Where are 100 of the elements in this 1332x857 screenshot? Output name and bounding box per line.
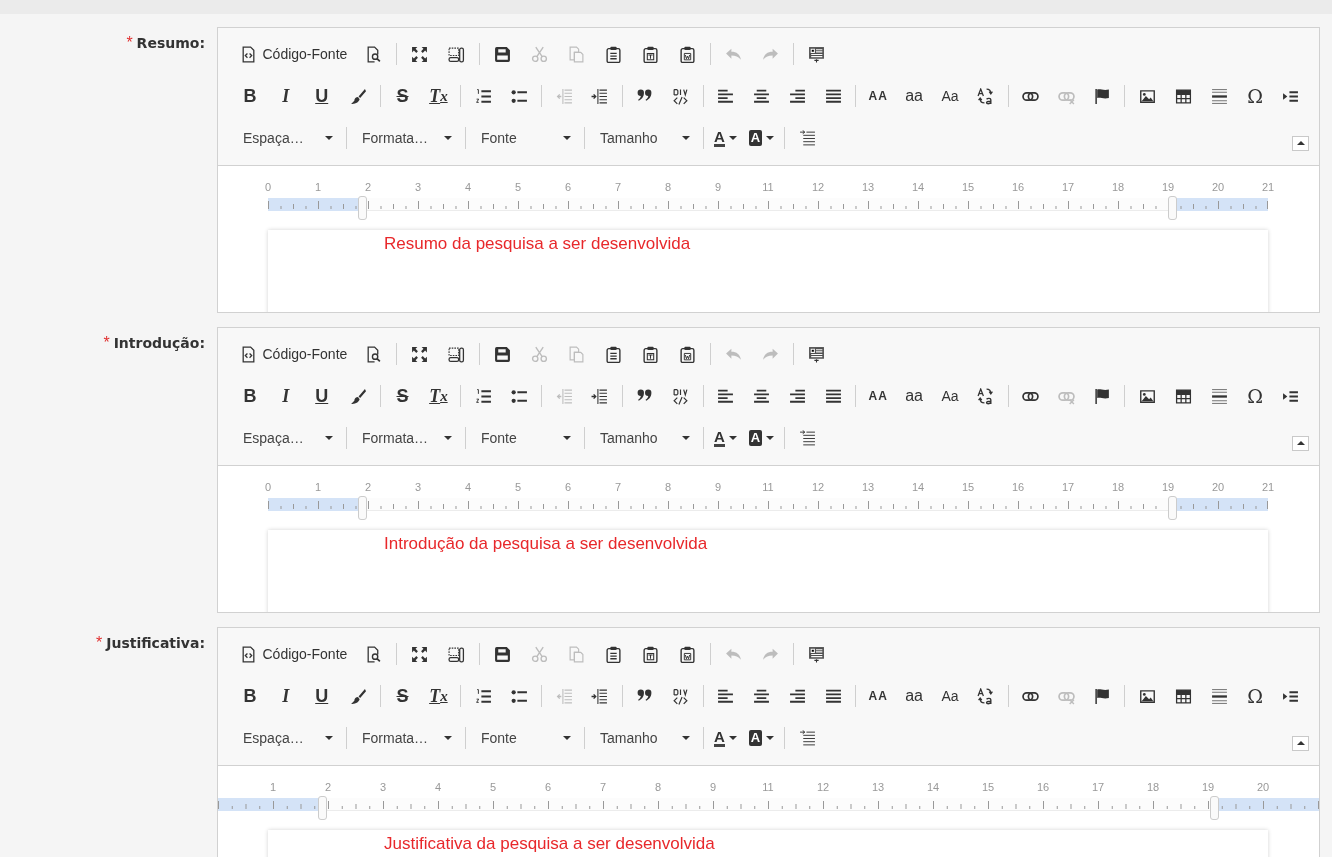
editor-text[interactable]: Introdução da pesquisa a ser desenvolvida <box>384 534 1268 554</box>
editor-text[interactable]: Justificativa da pesquisa a ser desenvolvida <box>384 834 1268 854</box>
caret-icon[interactable] <box>444 736 452 740</box>
bold-button[interactable]: B <box>236 682 264 710</box>
align-center-icon[interactable] <box>753 387 770 405</box>
toolbar-dropdown[interactable]: Tamanho <box>590 724 698 752</box>
italic-button[interactable]: I <box>272 682 300 710</box>
toolbar-dropdown[interactable]: Espaça… <box>233 124 341 152</box>
toolbar-dropdown[interactable]: Fonte <box>471 424 579 452</box>
maximize-icon[interactable] <box>410 645 428 663</box>
special-character-button[interactable]: Ω <box>1241 82 1269 110</box>
horizontal-rule-icon[interactable] <box>1210 687 1228 705</box>
collapse-toolbar-button[interactable] <box>1292 735 1309 751</box>
margin-handle[interactable] <box>358 496 367 520</box>
paintbrush-icon[interactable] <box>349 87 367 105</box>
bold-button[interactable]: B <box>236 382 264 410</box>
caret-up-icon[interactable] <box>1296 141 1305 145</box>
collapse-toolbar-button[interactable] <box>1292 435 1309 451</box>
text-color-button[interactable]: A <box>710 724 741 752</box>
align-justify-icon[interactable] <box>824 687 842 705</box>
lowercase-button[interactable]: aa <box>900 682 928 710</box>
caret-icon[interactable] <box>563 436 571 440</box>
special-character-button[interactable]: Ω <box>1241 382 1269 410</box>
caret-up-icon[interactable] <box>1296 441 1305 445</box>
align-center-icon[interactable] <box>753 87 770 105</box>
caret-icon[interactable] <box>728 136 737 140</box>
align-justify-icon[interactable] <box>824 387 842 405</box>
capitalize-button[interactable]: Aa <box>936 382 964 410</box>
caret-icon[interactable] <box>766 136 775 140</box>
uppercase-button[interactable]: AA <box>864 82 892 110</box>
caret-icon[interactable] <box>325 736 333 740</box>
maximize-icon[interactable] <box>410 345 428 363</box>
first-line-indent-icon[interactable] <box>799 429 817 447</box>
source-code-button[interactable]: Código-Fonte <box>236 640 351 668</box>
toolbar-dropdown[interactable]: Espaça… <box>233 424 341 452</box>
margin-handle[interactable] <box>1210 796 1220 820</box>
toolbar-dropdown[interactable]: Tamanho <box>590 424 698 452</box>
template-icon[interactable] <box>807 645 825 663</box>
text-color-button[interactable]: A <box>710 424 741 452</box>
capitalize-button[interactable]: Aa <box>936 82 964 110</box>
paste-word-icon[interactable] <box>678 45 696 63</box>
div-code-icon[interactable] <box>672 87 690 105</box>
margin-handle[interactable] <box>317 796 327 820</box>
special-character-button[interactable]: Ω <box>1241 682 1269 710</box>
text-color-button[interactable]: A <box>710 124 741 152</box>
numbered-list-icon[interactable] <box>474 687 492 705</box>
caret-icon[interactable] <box>682 436 690 440</box>
caret-up-icon[interactable] <box>1296 741 1305 745</box>
strikethrough-button[interactable]: S <box>389 82 416 110</box>
table-icon[interactable] <box>1174 87 1192 105</box>
margin-handle[interactable] <box>358 196 367 220</box>
paintbrush-icon[interactable] <box>349 387 367 405</box>
caret-icon[interactable] <box>682 136 690 140</box>
paste-text-icon[interactable] <box>641 345 659 363</box>
div-code-icon[interactable] <box>672 687 690 705</box>
toolbar-dropdown[interactable]: Formata… <box>352 424 460 452</box>
align-right-icon[interactable] <box>788 687 806 705</box>
toolbar-dropdown[interactable]: Fonte <box>471 724 579 752</box>
strikethrough-button[interactable]: S <box>389 682 416 710</box>
blocks-icon[interactable] <box>447 645 465 663</box>
underline-button[interactable]: U <box>308 382 336 410</box>
caret-icon[interactable] <box>444 136 452 140</box>
uppercase-button[interactable]: AA <box>864 682 892 710</box>
toolbar-dropdown[interactable]: Fonte <box>471 124 579 152</box>
table-icon[interactable] <box>1174 687 1192 705</box>
align-left-icon[interactable] <box>717 687 735 705</box>
caret-icon[interactable] <box>444 436 452 440</box>
case-swap-icon[interactable] <box>977 687 995 705</box>
uppercase-button[interactable]: AA <box>864 382 892 410</box>
template-icon[interactable] <box>807 45 825 63</box>
caret-icon[interactable] <box>682 736 690 740</box>
paste-word-icon[interactable] <box>678 645 696 663</box>
margin-handle[interactable] <box>1168 496 1177 520</box>
background-color-button[interactable]: A <box>744 124 779 152</box>
strikethrough-button[interactable]: S <box>389 382 416 410</box>
image-icon[interactable] <box>1138 687 1156 705</box>
caret-icon[interactable] <box>728 436 737 440</box>
background-color-button[interactable]: A <box>744 424 779 452</box>
numbered-list-icon[interactable] <box>474 387 492 405</box>
flag-icon[interactable] <box>1094 687 1112 705</box>
toolbar-dropdown[interactable]: Tamanho <box>590 124 698 152</box>
paintbrush-icon[interactable] <box>349 687 367 705</box>
margin-handle[interactable] <box>1168 196 1177 220</box>
capitalize-button[interactable]: Aa <box>936 682 964 710</box>
source-code-button[interactable]: Código-Fonte <box>236 40 351 68</box>
paste-word-icon[interactable] <box>678 345 696 363</box>
paste-text-icon[interactable] <box>641 645 659 663</box>
align-center-icon[interactable] <box>753 687 770 705</box>
indent-icon[interactable] <box>591 87 609 105</box>
bold-button[interactable]: B <box>236 82 264 110</box>
toolbar-dropdown[interactable]: Espaça… <box>233 724 341 752</box>
collapse-toolbar-button[interactable] <box>1292 135 1309 151</box>
indent-icon[interactable] <box>591 387 609 405</box>
background-color-button[interactable]: A <box>744 724 779 752</box>
image-icon[interactable] <box>1138 87 1156 105</box>
underline-button[interactable]: U <box>308 82 336 110</box>
caret-icon[interactable] <box>325 136 333 140</box>
flag-icon[interactable] <box>1094 87 1112 105</box>
blocks-icon[interactable] <box>447 45 465 63</box>
table-icon[interactable] <box>1174 387 1192 405</box>
